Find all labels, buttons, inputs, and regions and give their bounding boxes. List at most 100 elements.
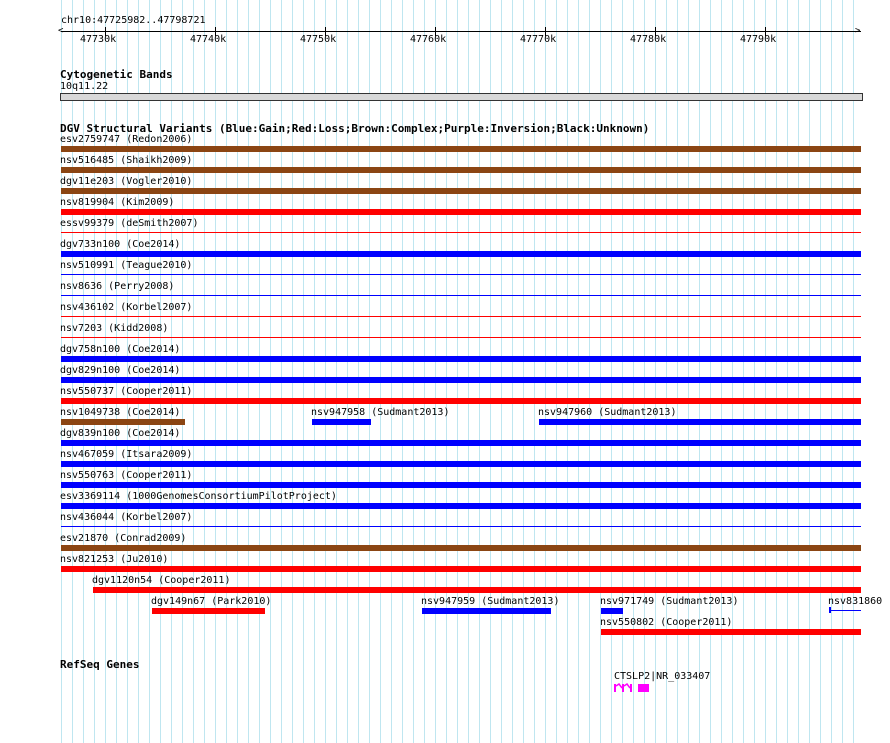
variant-bar-gain[interactable] — [61, 461, 861, 467]
grid-line — [292, 0, 293, 743]
variant-bar-gain[interactable] — [61, 274, 861, 275]
grid-line — [545, 0, 546, 743]
variant-bar-complex[interactable] — [61, 545, 861, 551]
refseq-track-title: RefSeq Genes — [60, 658, 140, 671]
variant-bar-gain[interactable] — [61, 526, 861, 527]
variant-bar-gain[interactable] — [539, 419, 861, 425]
variant-bar-gain[interactable] — [61, 440, 861, 446]
ruler-left-arrow-icon: < — [58, 26, 64, 36]
grid-line — [270, 0, 271, 743]
variant-bar-gain[interactable] — [61, 482, 861, 488]
grid-line — [512, 0, 513, 743]
gene-label: CTSLP2|NR_033407 — [614, 671, 711, 682]
variant-label: nsv1049738 (Coe2014) — [60, 407, 181, 418]
variant-label: nsv516485 (Shaikh2009) — [60, 155, 193, 166]
ruler-tick-label: 47740k — [190, 34, 227, 45]
grid-line — [479, 0, 480, 743]
variant-bar-gain[interactable] — [61, 251, 861, 257]
grid-line — [226, 0, 227, 743]
ruler-tick-label: 47760k — [410, 34, 447, 45]
variant-label: nsv831860 ( — [828, 596, 890, 607]
grid-line — [237, 0, 238, 743]
grid-line — [556, 0, 557, 743]
grid-line — [259, 0, 260, 743]
variant-label: esv21870 (Conrad2009) — [60, 533, 187, 544]
gene-model-icon — [614, 683, 649, 692]
variant-bar-loss[interactable] — [61, 209, 861, 215]
variant-bar-gain[interactable] — [61, 295, 861, 296]
variant-label: dgv758n100 (Coe2014) — [60, 344, 181, 355]
variant-bar-end-cap — [829, 607, 831, 613]
ruler-tick-label: 47790k — [740, 34, 777, 45]
variant-label: nsv550802 (Cooper2011) — [600, 617, 733, 628]
grid-line — [182, 0, 183, 743]
ruler-tick-label: 47780k — [630, 34, 667, 45]
grid-line — [369, 0, 370, 743]
variant-label: nsv821253 (Ju2010) — [60, 554, 169, 565]
variant-label: nsv550763 (Cooper2011) — [60, 470, 193, 481]
variant-bar-loss[interactable] — [61, 337, 861, 338]
variant-label: dgv149n67 (Park2010) — [151, 596, 272, 607]
variant-bar-gain[interactable] — [61, 503, 861, 509]
variant-bar-complex[interactable] — [61, 419, 185, 425]
variant-label: esv3369114 (1000GenomesConsortiumPilotPr… — [60, 491, 337, 502]
variant-label: nsv947960 (Sudmant2013) — [538, 407, 677, 418]
ruler-tick-label: 47750k — [300, 34, 337, 45]
grid-line — [248, 0, 249, 743]
variant-bar-loss[interactable] — [93, 587, 861, 593]
grid-line — [413, 0, 414, 743]
grid-line — [391, 0, 392, 743]
genome-browser-view: chr10:47725982..47798721 < > 47730k 47740… — [0, 0, 890, 743]
variant-label: nsv467059 (Itsara2009) — [60, 449, 193, 460]
grid-line — [578, 0, 579, 743]
variant-bar-gain[interactable] — [61, 377, 861, 383]
variant-bar-loss[interactable] — [61, 232, 861, 233]
grid-line — [215, 0, 216, 743]
position-label: chr10:47725982..47798721 — [61, 15, 206, 26]
variant-label: esv2759747 (Redon2006) — [60, 134, 193, 145]
grid-line — [303, 0, 304, 743]
grid-line — [501, 0, 502, 743]
variant-label: nsv8636 (Perry2008) — [60, 281, 175, 292]
variant-bar-gain[interactable] — [601, 608, 623, 614]
cytoband-bar[interactable] — [60, 93, 863, 101]
variant-label: nsv436044 (Korbel2007) — [60, 512, 193, 523]
variant-label: nsv510991 (Teague2010) — [60, 260, 193, 271]
grid-line — [336, 0, 337, 743]
variant-label: dgv1120n54 (Cooper2011) — [92, 575, 231, 586]
grid-line — [468, 0, 469, 743]
variant-label: nsv971749 (Sudmant2013) — [600, 596, 739, 607]
grid-line — [490, 0, 491, 743]
grid-line — [534, 0, 535, 743]
variant-label: nsv550737 (Cooper2011) — [60, 386, 193, 397]
variant-label: dgv839n100 (Coe2014) — [60, 428, 181, 439]
cytoband-track-title: Cytogenetic Bands — [60, 68, 173, 81]
grid-line — [358, 0, 359, 743]
variant-bar-loss[interactable] — [61, 398, 861, 404]
variant-bar-complex[interactable] — [61, 146, 861, 152]
variant-bar-gain[interactable] — [61, 356, 861, 362]
variant-bar-complex[interactable] — [61, 188, 861, 194]
grid-line — [193, 0, 194, 743]
grid-line — [457, 0, 458, 743]
ruler-tick-label: 47770k — [520, 34, 557, 45]
variant-label: dgv829n100 (Coe2014) — [60, 365, 181, 376]
variant-bar-loss[interactable] — [61, 316, 861, 317]
variant-bar-loss[interactable] — [61, 566, 861, 572]
variant-bar-gain[interactable] — [312, 419, 371, 425]
variant-bar-gain[interactable] — [829, 610, 861, 611]
variant-label: nsv947958 (Sudmant2013) — [311, 407, 450, 418]
grid-line — [347, 0, 348, 743]
variant-bar-loss[interactable] — [152, 608, 265, 614]
variant-label: nsv436102 (Korbel2007) — [60, 302, 193, 313]
grid-line — [204, 0, 205, 743]
grid-line — [435, 0, 436, 743]
variant-bar-loss[interactable] — [601, 629, 861, 635]
ruler-axis-line — [61, 31, 861, 32]
variant-bar-gain[interactable] — [422, 608, 551, 614]
cytoband-label: 10q11.22 — [60, 81, 109, 92]
grid-line — [281, 0, 282, 743]
grid-line — [567, 0, 568, 743]
variant-bar-complex[interactable] — [61, 167, 861, 173]
grid-line — [523, 0, 524, 743]
